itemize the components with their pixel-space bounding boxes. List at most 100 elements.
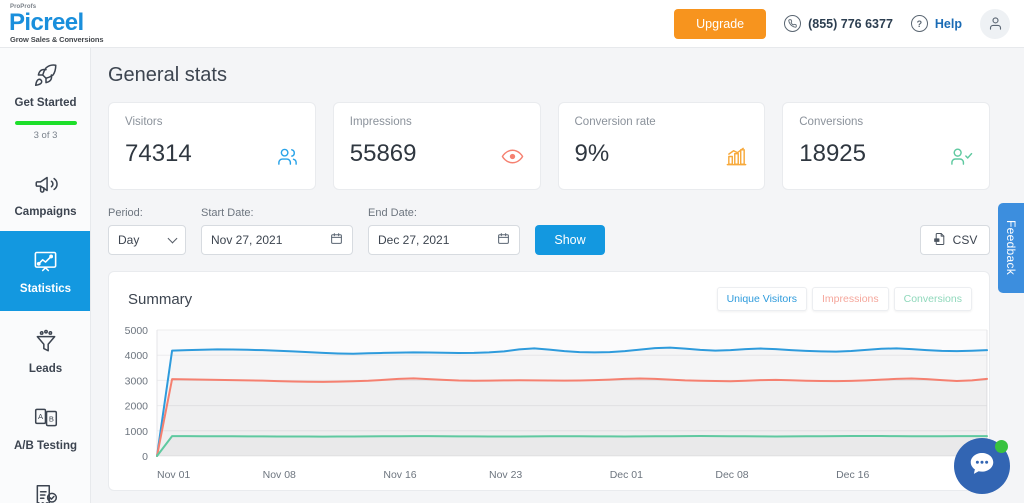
sidebar-label-leads: Leads (28, 363, 63, 376)
calendar-icon[interactable] (330, 232, 343, 248)
stat-label: Impressions (349, 116, 412, 128)
top-header: ProProfs Picreel Grow Sales & Conversion… (0, 0, 1024, 48)
chat-widget-button[interactable] (954, 438, 1010, 494)
svg-text:Dec 01: Dec 01 (610, 469, 643, 481)
chevron-down-icon (167, 233, 178, 244)
sidebar-label-get-started: Get Started (14, 97, 77, 109)
period-value: Day (118, 233, 140, 247)
upgrade-button[interactable]: Upgrade (674, 8, 767, 39)
svg-text:Nov 23: Nov 23 (489, 469, 522, 481)
csv-export-button[interactable]: CSV (920, 225, 990, 255)
end-date-input[interactable]: Dec 27, 2021 (368, 225, 520, 255)
start-date-label: Start Date: (201, 207, 254, 219)
help-label: Help (934, 16, 962, 31)
svg-text:1000: 1000 (125, 426, 149, 438)
svg-text:5000: 5000 (125, 325, 149, 337)
calendar-icon[interactable] (497, 232, 510, 248)
svg-text:Nov 08: Nov 08 (263, 469, 296, 481)
start-date-filter: Start Date: Nov 27, 2021 (201, 207, 353, 255)
svg-text:2000: 2000 (125, 401, 149, 413)
show-button[interactable]: Show (535, 225, 605, 255)
progress-text: 3 of 3 (33, 130, 58, 142)
end-date-filter: End Date: Dec 27, 2021 (368, 207, 520, 255)
stat-card-impressions: Impressions 55869 (332, 102, 541, 190)
svg-text:A: A (38, 412, 44, 421)
sidebar-item-campaigns[interactable]: Campaigns (0, 153, 90, 231)
sidebar-label-ab-testing: A/B Testing (13, 440, 78, 453)
sidebar-item-leads[interactable]: Leads (0, 311, 90, 388)
help-link[interactable]: ? Help (910, 15, 962, 32)
chart-legend: Unique Visitors Impressions Conversions (716, 287, 972, 311)
svg-text:4000: 4000 (125, 350, 149, 362)
stat-card-visitors: Visitors 74314 (108, 102, 316, 190)
sidebar-item-ab-testing[interactable]: AB A/B Testing (0, 388, 90, 465)
stat-label: Conversion rate (574, 116, 656, 128)
svg-text:B: B (48, 414, 53, 423)
feedback-label: Feedback (1004, 220, 1018, 276)
chart-plot-area: 0 1000 2000 3000 4000 5000 Nov 01 Nov 08 Nov 16 N… (109, 322, 989, 490)
stat-label: Visitors (125, 116, 163, 128)
line-chart-icon (32, 247, 59, 275)
svg-text:Nov 01: Nov 01 (157, 469, 190, 481)
stat-value: 18925 (799, 140, 866, 167)
summary-chart-panel: Summary Unique Visitors Impressions Conv… (108, 271, 990, 491)
sidebar-label-campaigns: Campaigns (14, 206, 77, 219)
file-export-icon (933, 232, 947, 249)
sidebar-label-statistics: Statistics (19, 283, 72, 296)
legend-toggle-conversions[interactable]: Conversions (893, 287, 972, 311)
left-sidebar: Get Started 3 of 3 Campaigns Statistics (0, 48, 91, 503)
period-select[interactable]: Day (108, 225, 186, 255)
question-circle-icon: ? (910, 15, 928, 32)
user-check-icon (950, 145, 973, 173)
stat-cards: Visitors 74314 Impressions 55869 Convers… (91, 87, 1024, 190)
header-actions: Upgrade (855) 776 6377 ? Help (674, 8, 1024, 39)
period-label: Period: (108, 207, 143, 219)
ab-test-icon: AB (33, 404, 59, 432)
chat-online-status-dot (995, 440, 1008, 453)
page-title: General stats (108, 64, 227, 86)
period-filter: Period: Day (108, 207, 186, 255)
svg-text:0: 0 (142, 451, 148, 463)
phone-icon (784, 15, 802, 32)
start-date-value: Nov 27, 2021 (211, 233, 283, 247)
svg-text:3000: 3000 (125, 375, 149, 387)
chart-header: Summary Unique Visitors Impressions Conv… (109, 272, 989, 311)
stat-value: 74314 (125, 140, 192, 167)
funnel-icon (33, 327, 59, 355)
logo-tagline: Grow Sales & Conversions (10, 34, 104, 44)
phone-link[interactable]: (855) 776 6377 (784, 15, 893, 32)
sidebar-item-statistics[interactable]: Statistics (0, 231, 90, 312)
svg-text:Nov 16: Nov 16 (383, 469, 416, 481)
eye-icon (501, 145, 524, 173)
end-date-label: End Date: (368, 207, 417, 219)
megaphone-icon (33, 170, 59, 198)
user-avatar-icon[interactable] (980, 8, 1010, 39)
chart-svg: 0 1000 2000 3000 4000 5000 Nov 01 Nov 08 Nov 16 N… (125, 325, 989, 481)
logo-picreel-text: Picreel (9, 8, 84, 36)
stat-value: 55869 (349, 140, 417, 167)
stat-label: Conversions (799, 116, 864, 128)
main-content: General stats Visitors 74314 Impressions… (91, 48, 1024, 503)
stat-card-conversion-rate: Conversion rate 9% (557, 102, 766, 190)
app-root: ProProfs Picreel Grow Sales & Conversion… (0, 0, 1024, 503)
rocket-icon (33, 61, 59, 89)
legend-toggle-unique-visitors[interactable]: Unique Visitors (716, 287, 808, 311)
progress-fill (14, 121, 77, 126)
sidebar-item-billing[interactable]: Billing (0, 465, 90, 503)
brand-logo[interactable]: ProProfs Picreel Grow Sales & Conversion… (0, 4, 104, 44)
csv-label: CSV (952, 233, 978, 247)
sidebar-item-get-started[interactable]: Get Started 3 of 3 (0, 48, 90, 153)
legend-toggle-impressions[interactable]: Impressions (812, 287, 889, 311)
stat-value: 9% (574, 140, 610, 167)
chart-title: Summary (128, 290, 193, 308)
bar-chart-icon (725, 145, 748, 173)
stat-card-conversions: Conversions 18925 (782, 102, 990, 190)
svg-text:Dec 08: Dec 08 (715, 469, 748, 481)
phone-number-text: (855) 776 6377 (808, 16, 893, 31)
svg-text:Dec 16: Dec 16 (836, 469, 869, 481)
invoice-icon (33, 481, 59, 503)
start-date-input[interactable]: Nov 27, 2021 (201, 225, 353, 255)
feedback-tab[interactable]: Feedback (998, 203, 1024, 293)
progress-track (14, 121, 77, 126)
end-date-value: Dec 27, 2021 (378, 233, 450, 247)
